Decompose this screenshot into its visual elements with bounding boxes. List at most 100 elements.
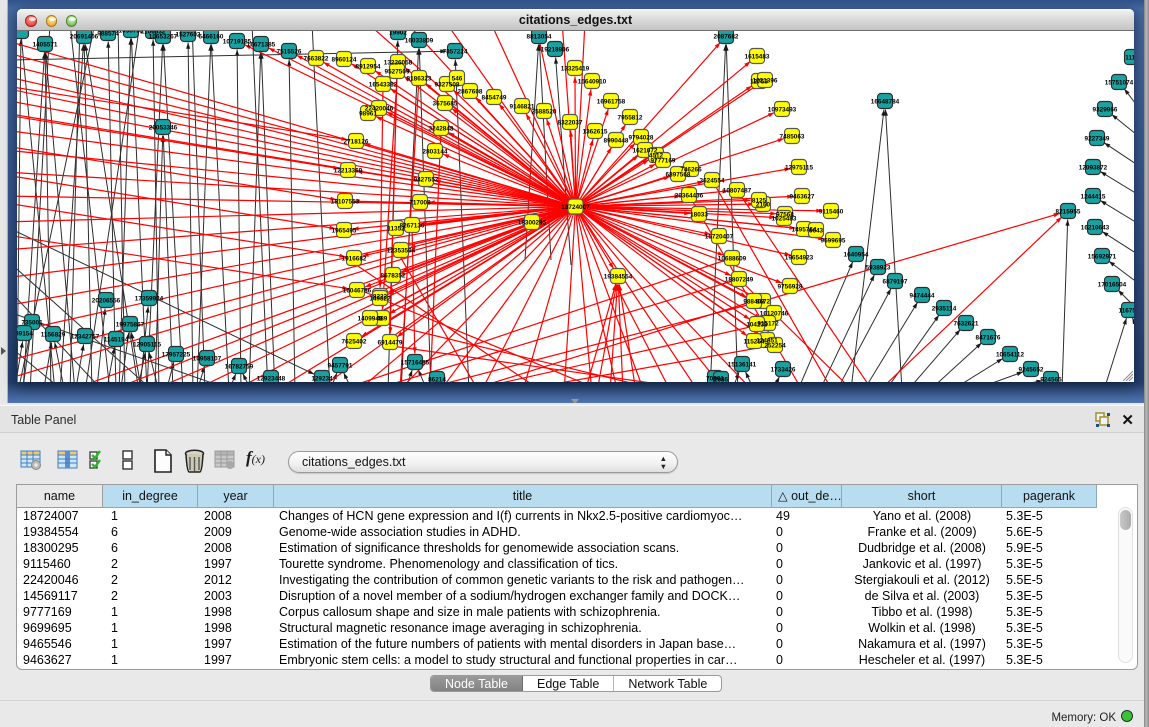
svg-text:7485063: 7485063 bbox=[780, 134, 805, 141]
svg-text:10654112: 10654112 bbox=[996, 352, 1025, 359]
svg-text:16782759: 16782759 bbox=[225, 364, 254, 371]
svg-text:8471676: 8471676 bbox=[976, 335, 1001, 342]
svg-text:104233: 104233 bbox=[746, 322, 768, 329]
svg-text:8990448: 8990448 bbox=[604, 138, 629, 145]
svg-text:19975867: 19975867 bbox=[116, 322, 145, 329]
svg-text:1733426: 1733426 bbox=[771, 367, 796, 374]
svg-text:10958107: 10958107 bbox=[193, 356, 222, 363]
svg-text:19384554: 19384554 bbox=[604, 274, 633, 281]
svg-text:1156829: 1156829 bbox=[41, 332, 66, 339]
svg-text:988574: 988574 bbox=[97, 31, 119, 38]
svg-text:16961758: 16961758 bbox=[597, 99, 626, 106]
svg-text:6466160: 6466160 bbox=[199, 34, 224, 41]
svg-text:3242848: 3242848 bbox=[429, 126, 454, 133]
svg-text:15692971: 15692971 bbox=[1088, 254, 1117, 261]
svg-text:9463627: 9463627 bbox=[790, 194, 815, 201]
svg-text:116753: 116753 bbox=[1119, 308, 1134, 315]
svg-text:2803144: 2803144 bbox=[423, 149, 448, 156]
svg-text:16033809: 16033809 bbox=[405, 38, 434, 45]
svg-text:10653267: 10653267 bbox=[149, 34, 178, 41]
svg-text:8322037: 8322037 bbox=[558, 120, 583, 127]
svg-text:9457791: 9457791 bbox=[328, 363, 353, 370]
svg-text:13325419: 13325419 bbox=[561, 66, 590, 73]
svg-text:10688609: 10688609 bbox=[718, 256, 747, 263]
svg-text:735001: 735001 bbox=[21, 320, 43, 327]
svg-text:16210643: 16210643 bbox=[1081, 225, 1110, 232]
svg-text:988403: 988403 bbox=[743, 299, 765, 306]
svg-text:6914479: 6914479 bbox=[378, 340, 403, 347]
svg-text:8813054: 8813054 bbox=[527, 34, 552, 41]
svg-text:18724007: 18724007 bbox=[561, 204, 590, 211]
svg-text:3624554: 3624554 bbox=[700, 178, 725, 185]
svg-text:1145194: 1145194 bbox=[104, 337, 129, 344]
svg-text:16046786: 16046786 bbox=[343, 288, 372, 295]
svg-text:19218906: 19218906 bbox=[541, 47, 570, 54]
svg-text:12905115: 12905115 bbox=[133, 342, 162, 349]
svg-text:9427552: 9427552 bbox=[414, 177, 439, 184]
svg-text:11352: 11352 bbox=[387, 226, 405, 233]
svg-text:16543382: 16543382 bbox=[369, 82, 398, 89]
svg-text:1244415: 1244415 bbox=[1081, 194, 1106, 201]
svg-text:12213369: 12213369 bbox=[334, 168, 363, 175]
svg-text:1527602: 1527602 bbox=[176, 32, 201, 39]
svg-text:9699695: 9699695 bbox=[821, 238, 846, 245]
svg-text:8125: 8125 bbox=[752, 198, 767, 205]
svg-text:13226058: 13226058 bbox=[384, 60, 413, 67]
svg-text:39154: 39154 bbox=[17, 331, 33, 338]
svg-text:15720407: 15720407 bbox=[705, 234, 734, 241]
svg-text:17359924: 17359924 bbox=[135, 296, 164, 303]
svg-text:1965495: 1965495 bbox=[332, 228, 357, 235]
svg-text:17016504: 17016504 bbox=[1098, 282, 1127, 289]
svg-text:18033: 18033 bbox=[690, 212, 708, 219]
svg-text:7955812: 7955812 bbox=[618, 115, 643, 122]
svg-text:17957225: 17957225 bbox=[162, 352, 191, 359]
svg-text:12093872: 12093872 bbox=[1079, 165, 1108, 172]
svg-text:9527509: 9527509 bbox=[385, 69, 410, 76]
svg-text:2588520: 2588520 bbox=[532, 109, 557, 116]
svg-text:15716485: 15716485 bbox=[401, 360, 430, 367]
svg-text:7663822: 7663822 bbox=[304, 56, 329, 63]
svg-text:1117: 1117 bbox=[1125, 55, 1134, 62]
svg-text:18107553: 18107553 bbox=[331, 199, 360, 206]
svg-text:9777169: 9777169 bbox=[651, 158, 676, 165]
svg-text:10973493: 10973493 bbox=[768, 107, 797, 114]
svg-text:9756928: 9756928 bbox=[778, 284, 803, 291]
svg-text:9474444: 9474444 bbox=[910, 293, 935, 300]
svg-text:12975115: 12975115 bbox=[785, 165, 814, 172]
svg-text:115254: 115254 bbox=[744, 339, 765, 346]
svg-text:86214: 86214 bbox=[428, 377, 446, 383]
svg-text:18300295: 18300295 bbox=[518, 220, 547, 227]
svg-text:7515526: 7515526 bbox=[277, 49, 302, 56]
svg-text:2867608: 2867608 bbox=[458, 89, 483, 96]
svg-text:8186323: 8186323 bbox=[407, 76, 432, 83]
svg-text:16671385: 16671385 bbox=[247, 42, 276, 49]
svg-text:6897568: 6897568 bbox=[666, 172, 691, 179]
svg-text:2718126: 2718126 bbox=[344, 139, 369, 146]
svg-text:12923448: 12923448 bbox=[257, 376, 286, 383]
svg-text:16120746: 16120746 bbox=[760, 311, 789, 318]
svg-text:2935114: 2935114 bbox=[932, 306, 957, 313]
svg-text:8960124: 8960124 bbox=[332, 57, 357, 64]
svg-text:717008: 717008 bbox=[409, 200, 431, 207]
svg-text:6643: 6643 bbox=[809, 228, 824, 235]
svg-text:12342757: 12342757 bbox=[71, 334, 100, 341]
svg-text:20053346: 20053346 bbox=[149, 125, 178, 132]
svg-text:1025483: 1025483 bbox=[772, 216, 797, 223]
svg-text:1409948: 1409948 bbox=[358, 316, 383, 323]
svg-text:9115460: 9115460 bbox=[819, 209, 844, 216]
svg-text:12353594: 12353594 bbox=[387, 248, 416, 255]
svg-text:10807487: 10807487 bbox=[723, 188, 752, 195]
svg-text:20206556: 20206556 bbox=[92, 298, 121, 305]
svg-text:19654923: 19654923 bbox=[785, 255, 814, 262]
svg-text:9794028: 9794028 bbox=[629, 135, 654, 142]
svg-text:7625402: 7625402 bbox=[342, 339, 367, 346]
svg-text:2086: 2086 bbox=[714, 377, 729, 383]
svg-text:1405571: 1405571 bbox=[33, 42, 58, 49]
svg-text:2087682: 2087682 bbox=[714, 34, 739, 41]
svg-text:9227349: 9227349 bbox=[1085, 136, 1110, 143]
svg-text:15640910: 15640910 bbox=[578, 79, 607, 86]
svg-text:924565: 924565 bbox=[1040, 377, 1062, 383]
svg-text:1640954: 1640954 bbox=[844, 252, 869, 259]
svg-text:149822: 149822 bbox=[369, 296, 391, 303]
svg-text:9327508: 9327508 bbox=[435, 82, 460, 89]
